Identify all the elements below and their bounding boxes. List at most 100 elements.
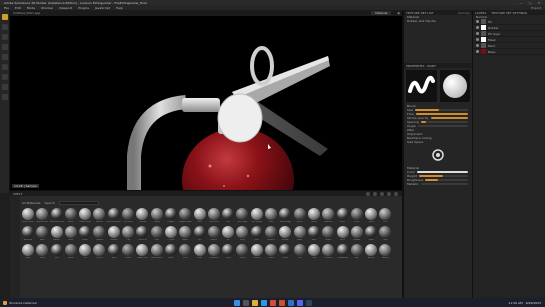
- shelf-material-item[interactable]: Lead: [265, 208, 278, 223]
- shelf-material-item[interactable]: Tile: [79, 244, 92, 259]
- shelf-material-item[interactable]: Wool: [164, 244, 177, 259]
- minimize-button[interactable]: —: [519, 1, 523, 5]
- angle-slider[interactable]: [417, 125, 468, 127]
- menu-javascript[interactable]: JavaScript: [95, 6, 110, 10]
- tab-texture-set-settings[interactable]: TEXTURE SET SETTINGS: [491, 11, 527, 15]
- windows-start-icon[interactable]: [233, 299, 240, 306]
- grid-view-icon[interactable]: [380, 191, 384, 196]
- shelf-material-item[interactable]: Rubber: [350, 226, 363, 241]
- browser-icon[interactable]: [260, 299, 267, 306]
- alpha-preview[interactable]: [404, 144, 472, 166]
- shelf-material-item[interactable]: Velvet: [93, 244, 106, 259]
- import-icon[interactable]: [373, 191, 377, 196]
- shelf-material-item[interactable]: Chrome: [136, 208, 149, 223]
- shelf-material-item[interactable]: Felt: [193, 226, 206, 241]
- shelf-material-item[interactable]: Gravel: [207, 226, 220, 241]
- shelf-material-item[interactable]: Alien Metal: [22, 208, 34, 223]
- shelf-material-item[interactable]: Brick: [79, 226, 92, 241]
- clone-icon[interactable]: [1, 64, 8, 70]
- brush-stroke-preview[interactable]: [406, 70, 437, 102]
- color-picker-icon[interactable]: [1, 74, 8, 80]
- shelf-material-item[interactable]: Aluminium: [36, 208, 49, 223]
- shelf-material-item[interactable]: Snow: [36, 244, 49, 259]
- projection-icon[interactable]: [1, 34, 8, 40]
- shelf-material-item[interactable]: Crystal: [164, 226, 177, 241]
- shelf-material-item[interactable]: Zinc: [379, 208, 392, 223]
- mat-row-metallic[interactable]: Metallic: [404, 182, 472, 186]
- menu-file[interactable]: File: [4, 6, 9, 10]
- eye-icon[interactable]: [476, 20, 479, 23]
- shelf-material-item[interactable]: Bronze Armor: [107, 208, 121, 223]
- shelf-material-item[interactable]: Platinum: [322, 208, 335, 223]
- flow-slider[interactable]: [415, 113, 468, 115]
- shelf-material-item[interactable]: Sand: [365, 226, 378, 241]
- menu-viewport[interactable]: Viewport: [59, 6, 72, 10]
- smudge-icon[interactable]: [1, 54, 8, 60]
- list-view-icon[interactable]: [387, 191, 391, 196]
- eye-icon[interactable]: [476, 26, 479, 29]
- eye-icon[interactable]: [476, 50, 479, 53]
- shelf-material-item[interactable]: Cardboard: [336, 244, 349, 259]
- polygon-fill-icon[interactable]: [1, 84, 8, 90]
- shelf-material-item[interactable]: Coal: [307, 244, 320, 259]
- roughness-slider[interactable]: [425, 179, 468, 181]
- shelf-material-item[interactable]: Bronze: [93, 208, 106, 223]
- taskbar-clock[interactable]: 11:50 AM 9/26/2023: [508, 301, 545, 305]
- shelf-material-item[interactable]: Carbon: [93, 226, 106, 241]
- menu-edit[interactable]: Edit: [15, 6, 21, 10]
- painter-app-icon[interactable]: [278, 299, 285, 306]
- spacing-slider[interactable]: [420, 121, 468, 123]
- shelf-material-item[interactable]: Cork: [150, 226, 163, 241]
- shelf-material-item[interactable]: Acrylic: [365, 244, 378, 259]
- shelf-material-item[interactable]: Marble: [279, 226, 292, 241]
- close-button[interactable]: ✕: [537, 1, 541, 5]
- export-button[interactable]: Export: [531, 6, 545, 10]
- shelf-material-item[interactable]: Quartz: [236, 244, 249, 259]
- shelf-material-item[interactable]: Gold Pure: [207, 208, 220, 223]
- shelf-material-item[interactable]: Iron Forge: [236, 208, 249, 223]
- shelf-material-item[interactable]: Jade: [250, 226, 263, 241]
- discord-icon[interactable]: [296, 299, 303, 306]
- shelf-material-item[interactable]: Metal Edge: [279, 208, 292, 223]
- shelf-material-item[interactable]: Basalt: [50, 226, 63, 241]
- shelf-material-item[interactable]: Soil: [50, 244, 63, 259]
- shelf-material-item[interactable]: Shell: [179, 244, 192, 259]
- size-slider[interactable]: [415, 109, 468, 111]
- shelf-material-item[interactable]: Cobalt: [150, 208, 163, 223]
- shelf-material-item[interactable]: Ceramic: [322, 244, 335, 259]
- maximize-button[interactable]: □: [528, 1, 532, 5]
- shelf-material-item[interactable]: Copper Worn: [179, 208, 192, 223]
- shelf-material-item[interactable]: Stone: [64, 244, 77, 259]
- viewport-3d[interactable]: Untitled_0001.spp Material ◉ 1/128 | Sam…: [10, 10, 402, 190]
- eraser-icon[interactable]: [1, 24, 8, 30]
- tab-layers[interactable]: LAYERS: [475, 11, 486, 15]
- shelf-material-item[interactable]: Bone: [64, 226, 77, 241]
- shelf-material-item[interactable]: Foam: [279, 244, 292, 259]
- paint-brush-icon[interactable]: [1, 14, 8, 20]
- eye-icon[interactable]: [476, 38, 479, 41]
- shelf-material-item[interactable]: Bark: [36, 226, 49, 241]
- shelf-material-item[interactable]: Steel: [365, 208, 378, 223]
- shelf-material-item[interactable]: Onyx: [222, 244, 235, 259]
- chrome-icon[interactable]: [269, 299, 276, 306]
- shelf-material-item[interactable]: Iron Rough: [250, 208, 263, 223]
- shelf-search-input[interactable]: [58, 201, 99, 205]
- menu-help[interactable]: Help: [116, 6, 123, 10]
- shelf-material-item[interactable]: Ash: [350, 244, 363, 259]
- file-explorer-icon[interactable]: [251, 299, 258, 306]
- color-swatch[interactable]: [416, 171, 468, 173]
- shelf-material-item[interactable]: Slate: [22, 244, 34, 259]
- shelf-material-item[interactable]: Wood Dark: [150, 244, 163, 259]
- shelf-material-item[interactable]: Clay: [122, 226, 135, 241]
- layer-item[interactable]: Base: [473, 49, 545, 55]
- shelf-material-item[interactable]: Nickel: [293, 208, 306, 223]
- eye-icon[interactable]: [476, 44, 479, 47]
- shelf-material-item[interactable]: Dirt: [293, 244, 306, 259]
- menu-plugins[interactable]: Plugins: [78, 6, 89, 10]
- eye-icon[interactable]: [476, 32, 479, 35]
- height-slider[interactable]: [418, 175, 468, 177]
- menu-window[interactable]: Window: [41, 6, 53, 10]
- shelf-material-item[interactable]: Concrete: [136, 226, 149, 241]
- shelf-material-item[interactable]: Pearl: [193, 244, 206, 259]
- shelf-material-item[interactable]: Silver: [350, 208, 363, 223]
